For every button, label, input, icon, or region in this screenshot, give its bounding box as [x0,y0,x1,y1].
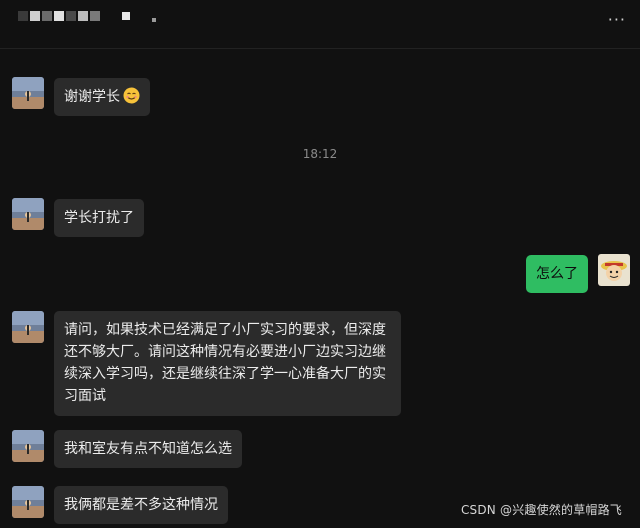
message-text: 学长打扰了 [64,210,134,226]
user-avatar[interactable] [598,254,630,286]
csdn-watermark: CSDN @兴趣使然的草帽路飞 [460,503,622,517]
message-bubble-outgoing[interactable]: 怎么了 [526,255,588,293]
message-bubble-incoming[interactable]: 谢谢学长 [54,78,150,116]
message-timestamp: 18:12 [302,147,338,161]
chat-header: ··· [0,0,640,49]
message-bubble-incoming[interactable]: 我和室友有点不知道怎么选 [54,430,242,468]
message-text-line: 续深入学习吗，还是继续往深了学一心准备大厂的实 [64,366,386,382]
contact-avatar[interactable] [12,198,44,230]
message-bubble-incoming[interactable]: 我俩都是差不多这种情况 [54,486,228,524]
message-bubble-incoming[interactable]: 请问，如果技术已经满足了小厂实习的要求，但深度 还不够大厂。请问这种情况有必要进… [54,311,401,416]
contact-avatar[interactable] [12,486,44,518]
message-text-line: 还不够大厂。请问这种情况有必要进小厂边实习边继 [64,344,386,360]
message-text: 怎么了 [536,266,578,282]
message-text: 我俩都是差不多这种情况 [64,497,218,513]
contact-avatar[interactable] [12,77,44,109]
message-text: 谢谢学长 [64,89,120,105]
message-bubble-incoming[interactable]: 学长打扰了 [54,199,144,237]
smiling-face-icon [123,87,140,104]
message-text-line: 习面试 [64,388,106,404]
more-options-button[interactable]: ··· [608,10,626,29]
contact-name-redacted [18,10,158,22]
contact-avatar[interactable] [12,311,44,343]
message-text: 我和室友有点不知道怎么选 [64,441,232,457]
message-text-line: 请问，如果技术已经满足了小厂实习的要求，但深度 [64,322,386,338]
contact-avatar[interactable] [12,430,44,462]
